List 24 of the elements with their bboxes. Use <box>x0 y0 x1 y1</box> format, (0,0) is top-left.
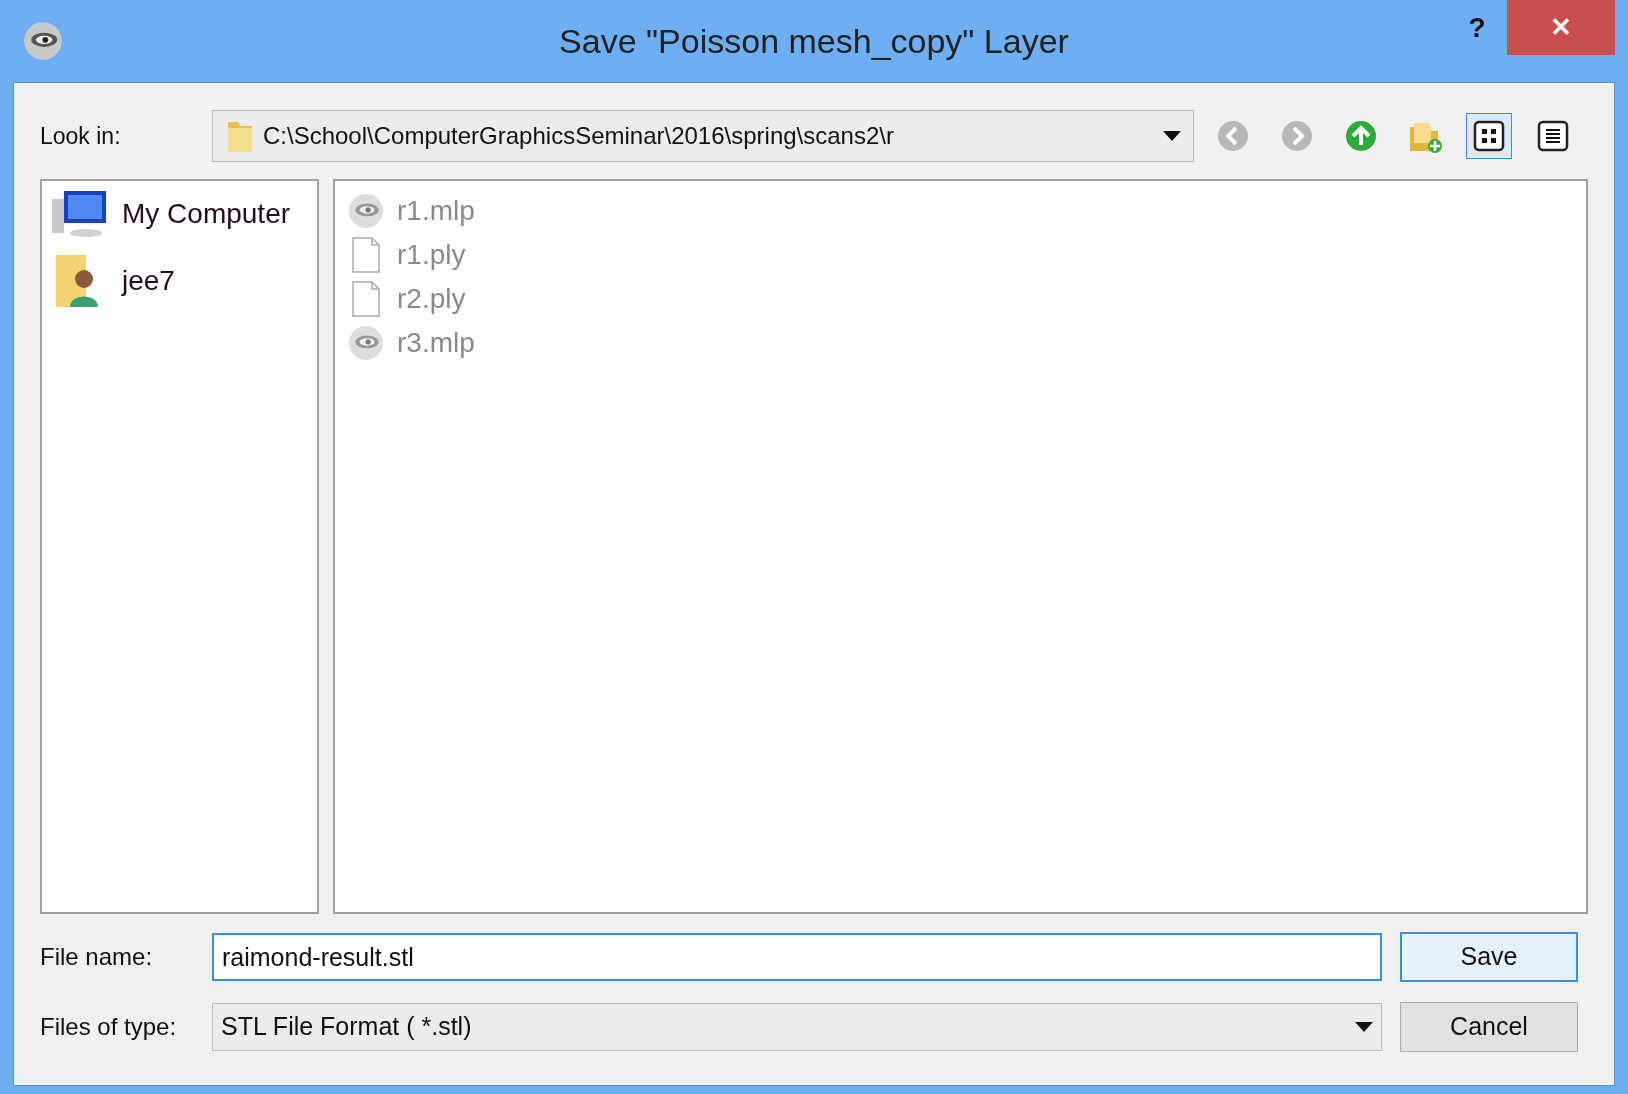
close-button[interactable]: ✕ <box>1507 0 1615 55</box>
places-item[interactable]: My Computer <box>50 189 309 239</box>
file-name-label: File name: <box>40 942 154 972</box>
dropdown-caret-icon <box>1355 1022 1373 1032</box>
file-name-field[interactable]: raimond-result.stl <box>212 933 1382 981</box>
look-in-dropdown[interactable]: C:\School\ComputerGraphicsSeminar\2016\spring\scans2\r <box>212 110 1194 162</box>
window-title: Save "Poisson mesh_copy" Layer <box>559 20 1069 62</box>
look-in-label: Look in: <box>40 121 122 151</box>
places-label: My Computer <box>122 197 291 231</box>
places-item[interactable]: jee7 <box>50 251 309 311</box>
file-icon <box>351 237 381 273</box>
icon-view-button[interactable] <box>1466 113 1512 159</box>
file-icon <box>351 281 381 317</box>
save-button[interactable]: Save <box>1400 932 1578 982</box>
help-button[interactable]: ? <box>1447 0 1507 55</box>
project-file-icon <box>348 325 384 361</box>
file-type-dropdown[interactable]: STL File Format ( *.stl) <box>212 1003 1382 1051</box>
places-label: jee7 <box>122 264 175 298</box>
path-text: C:\School\ComputerGraphicsSeminar\2016\spring\scans2\r <box>263 121 895 151</box>
cancel-button[interactable]: Cancel <box>1400 1002 1578 1052</box>
file-type-label: Files of type: <box>40 1012 178 1042</box>
app-logo-icon <box>23 21 63 61</box>
dropdown-caret-icon <box>1163 131 1181 141</box>
project-file-icon <box>348 193 384 229</box>
